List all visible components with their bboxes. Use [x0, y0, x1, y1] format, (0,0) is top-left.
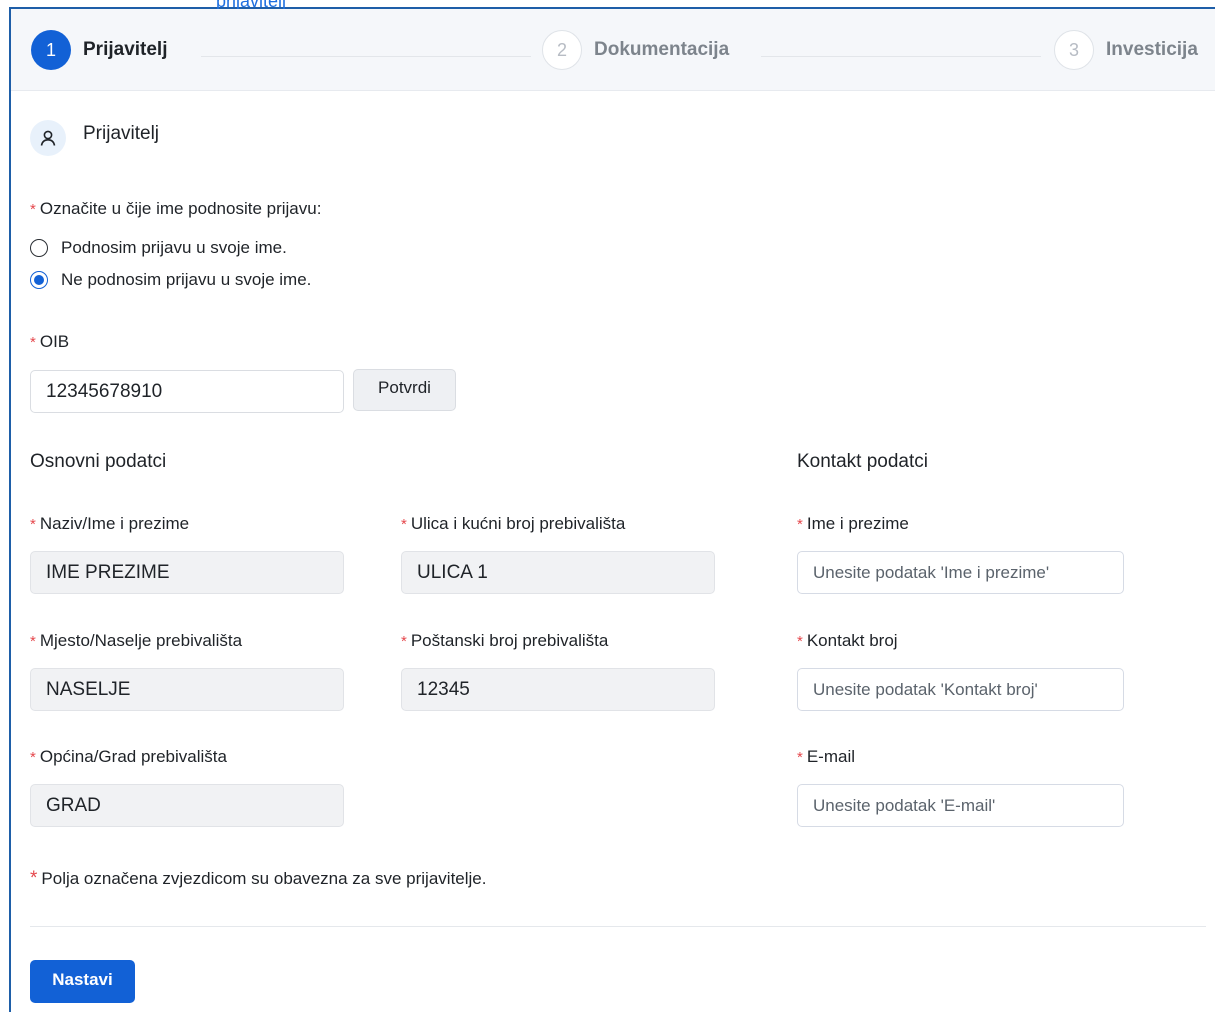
step-2[interactable]: 2 Dokumentacija	[542, 29, 729, 71]
radio-button-selected[interactable]	[30, 271, 48, 289]
radio-button[interactable]	[30, 239, 48, 257]
top-link[interactable]: prijavitelj	[216, 0, 286, 10]
contact-name-label: * Ime i prezime	[797, 514, 909, 534]
oib-label: * OIB	[30, 332, 69, 352]
email-label: * E-mail	[797, 747, 855, 767]
applicant-type-text: Označite u čije ime podnosite prijavu:	[39, 199, 322, 218]
form-frame	[9, 7, 1215, 1012]
place-label: * Mjesto/Naselje prebivališta	[30, 631, 242, 651]
applicant-type-label: * Označite u čije ime podnosite prijavu:	[30, 199, 321, 219]
required-mark: *	[30, 749, 36, 766]
postal-label: * Poštanski broj prebivališta	[401, 631, 608, 651]
oib-input[interactable]: 12345678910	[30, 370, 344, 413]
contact-name-label-text: Ime i prezime	[806, 514, 909, 533]
street-label: * Ulica i kućni broj prebivališta	[401, 514, 625, 534]
step-2-number: 2	[542, 30, 582, 70]
radio-own-name[interactable]: Podnosim prijavu u svoje ime.	[30, 238, 287, 258]
footnote-text: Polja označena zvjezdicom su obavezna za…	[41, 869, 487, 888]
phone-label: * Kontakt broj	[797, 631, 898, 651]
step-connector	[201, 56, 531, 57]
postal-field: 12345	[401, 668, 715, 711]
step-3[interactable]: 3 Investicija	[1054, 29, 1198, 71]
city-field: GRAD	[30, 784, 344, 827]
postal-label-text: Poštanski broj prebivališta	[410, 631, 609, 650]
required-mark: *	[30, 633, 36, 650]
phone-input[interactable]: Unesite podatak 'Kontakt broj'	[797, 668, 1124, 711]
step-3-number: 3	[1054, 30, 1094, 70]
street-label-text: Ulica i kućni broj prebivališta	[410, 514, 626, 533]
phone-label-text: Kontakt broj	[806, 631, 898, 650]
place-field: NASELJE	[30, 668, 344, 711]
radio-option-label: Ne podnosim prijavu u svoje ime.	[61, 270, 312, 289]
divider	[30, 926, 1206, 927]
oib-label-text: OIB	[39, 332, 70, 351]
step-2-label: Dokumentacija	[594, 39, 730, 60]
section-heading: Prijavitelj	[30, 120, 159, 156]
radio-not-own-name[interactable]: Ne podnosim prijavu u svoje ime.	[30, 270, 311, 290]
required-mark: *	[797, 516, 803, 533]
radio-option-label: Podnosim prijavu u svoje ime.	[61, 238, 287, 257]
street-field: ULICA 1	[401, 551, 715, 594]
name-label-text: Naziv/Ime i prezime	[39, 514, 190, 533]
required-mark: *	[797, 633, 803, 650]
required-mark: *	[30, 201, 36, 218]
required-mark: *	[30, 516, 36, 533]
contact-data-heading: Kontakt podatci	[797, 451, 928, 472]
confirm-button[interactable]: Potvrdi	[353, 369, 456, 411]
city-label: * Općina/Grad prebivališta	[30, 747, 227, 767]
place-label-text: Mjesto/Naselje prebivališta	[39, 631, 243, 650]
email-input[interactable]: Unesite podatak 'E-mail'	[797, 784, 1124, 827]
step-1-label: Prijavitelj	[83, 39, 168, 60]
required-mark: *	[797, 749, 803, 766]
city-label-text: Općina/Grad prebivališta	[39, 747, 227, 766]
email-label-text: E-mail	[806, 747, 856, 766]
step-1-number: 1	[31, 30, 71, 70]
user-icon	[30, 120, 66, 156]
required-mark: *	[401, 516, 407, 533]
required-mark: *	[30, 334, 36, 351]
required-mark: *	[30, 868, 38, 889]
step-3-label: Investicija	[1106, 39, 1198, 60]
stepper: 1 Prijavitelj 2 Dokumentacija 3 Investic…	[11, 9, 1215, 91]
step-connector	[761, 56, 1041, 57]
required-footnote: * Polja označena zvjezdicom su obavezna z…	[30, 868, 486, 890]
name-label: * Naziv/Ime i prezime	[30, 514, 189, 534]
basic-data-heading: Osnovni podatci	[30, 451, 167, 472]
name-field: IME PREZIME	[30, 551, 344, 594]
section-title: Prijavitelj	[83, 123, 160, 144]
contact-name-input[interactable]: Unesite podatak 'Ime i prezime'	[797, 551, 1124, 594]
required-mark: *	[401, 633, 407, 650]
continue-button[interactable]: Nastavi	[30, 960, 135, 1003]
step-1[interactable]: 1 Prijavitelj	[31, 29, 168, 71]
